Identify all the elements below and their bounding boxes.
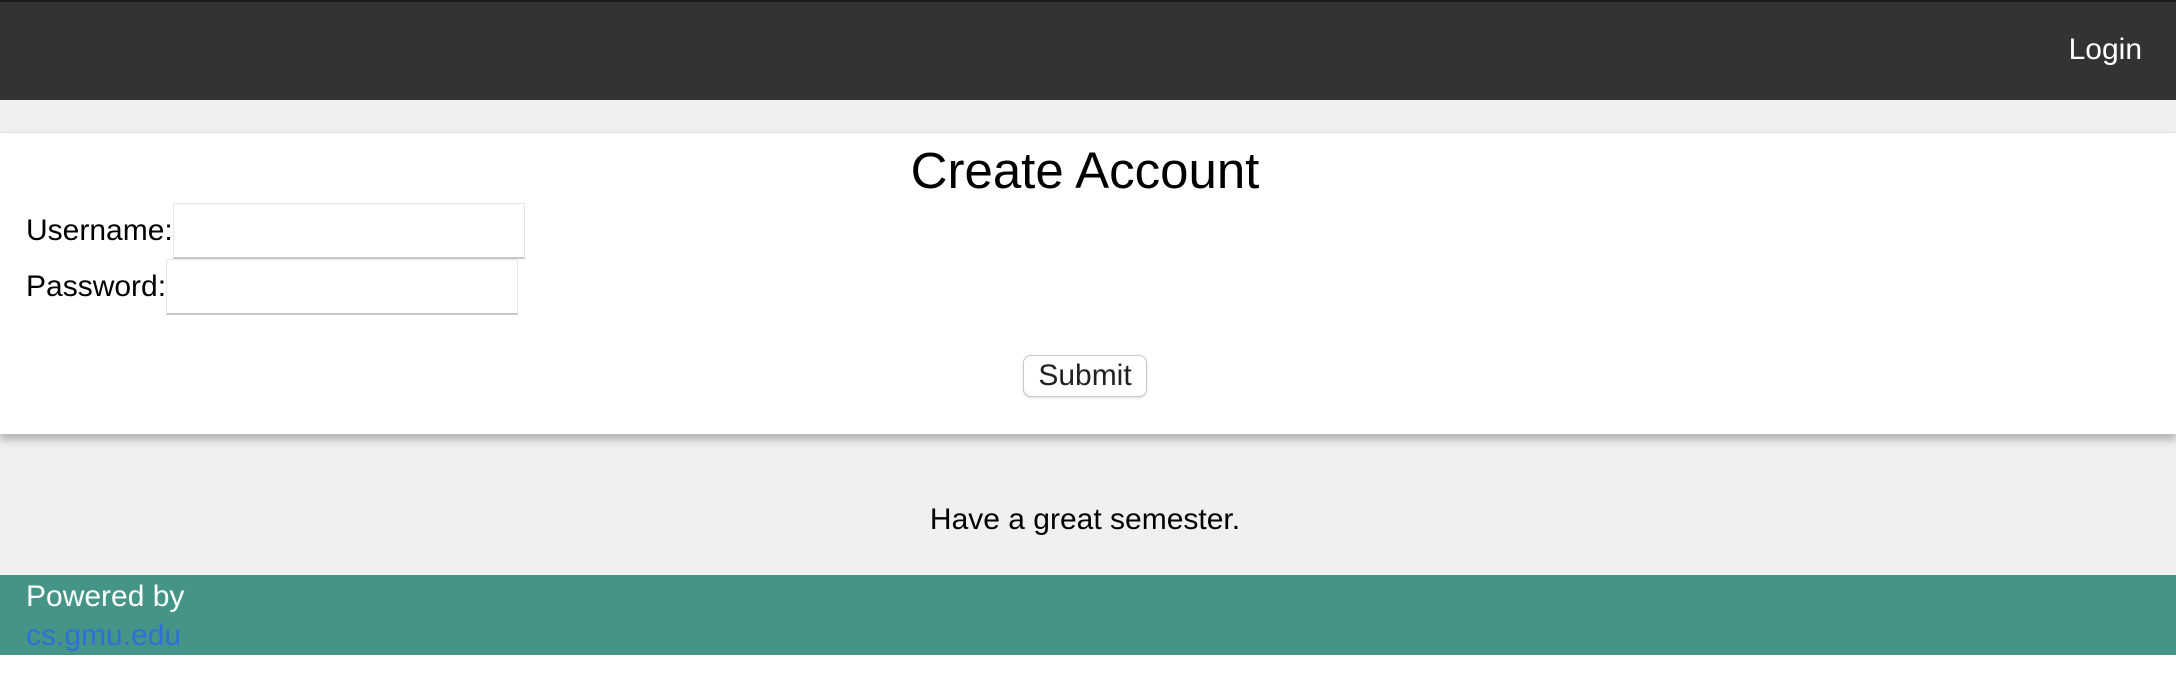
footer: Powered by cs.gmu.edu bbox=[0, 575, 2176, 655]
create-account-card: Create Account Username: Password: Submi… bbox=[0, 132, 2176, 434]
semester-message: Have a great semester. bbox=[929, 503, 1241, 536]
page-title: Create Account bbox=[910, 142, 1260, 199]
username-input[interactable] bbox=[172, 203, 525, 259]
submit-button[interactable]: Submit bbox=[1023, 355, 1147, 397]
password-label: Password: bbox=[26, 270, 167, 303]
password-input[interactable] bbox=[166, 259, 519, 315]
top-nav-bar: Login bbox=[0, 0, 2176, 100]
password-row: Password: bbox=[26, 259, 519, 315]
username-row: Username: bbox=[26, 203, 525, 259]
username-label: Username: bbox=[26, 214, 173, 247]
login-link[interactable]: Login bbox=[2069, 32, 2142, 68]
powered-by-text: Powered by bbox=[26, 580, 185, 613]
page: Login Create Account Username: Password:… bbox=[0, 0, 2176, 676]
cs-gmu-link[interactable]: cs.gmu.edu bbox=[26, 617, 181, 655]
